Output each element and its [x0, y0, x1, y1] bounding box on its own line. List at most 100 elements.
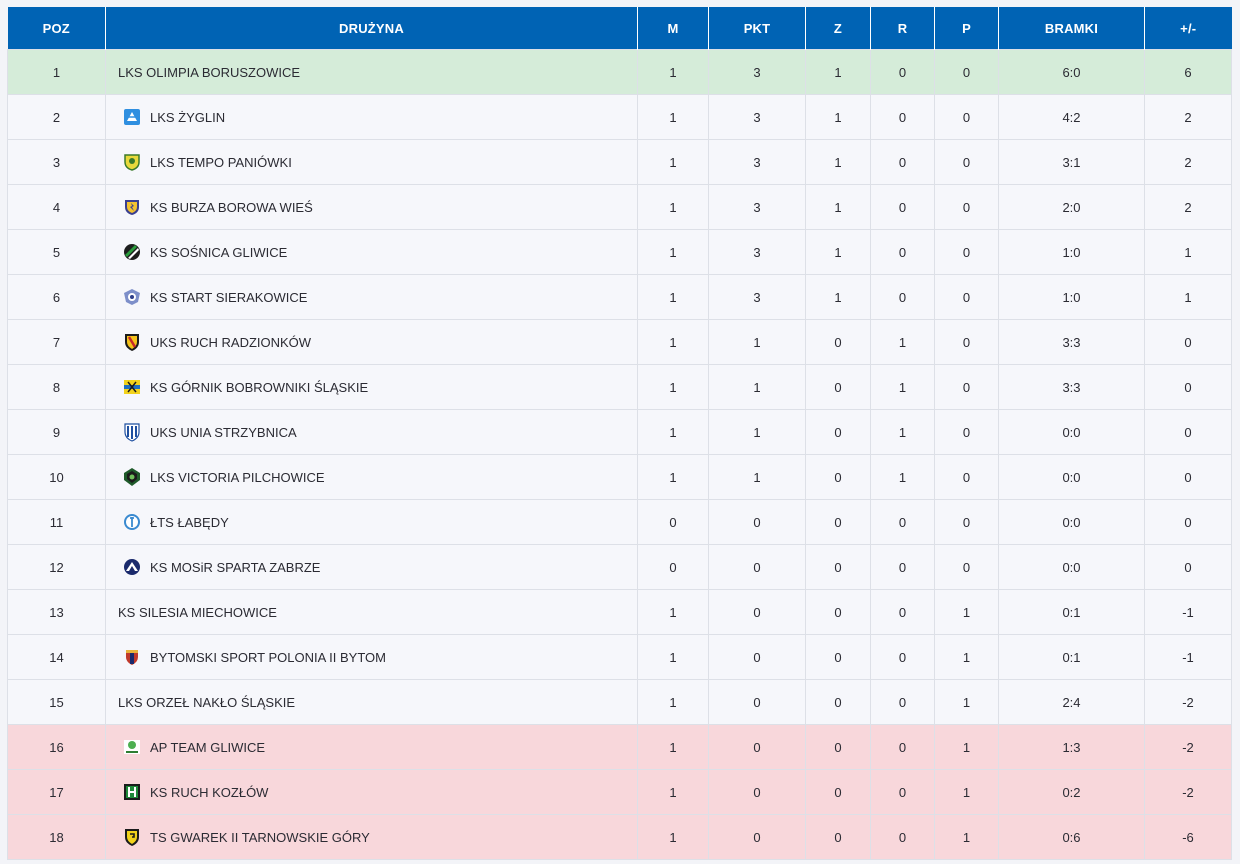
- header-goal-difference[interactable]: +/-: [1144, 7, 1232, 50]
- team-cell[interactable]: KS SILESIA MIECHOWICE: [105, 589, 638, 635]
- team-cell[interactable]: KS START SIERAKOWICE: [105, 274, 638, 320]
- wins-cell: 0: [805, 814, 871, 860]
- header-wins[interactable]: Z: [805, 7, 871, 50]
- draws-cell: 1: [870, 319, 935, 365]
- wins-cell: 1: [805, 229, 871, 275]
- team-cell[interactable]: UKS UNIA STRZYBNICA: [105, 409, 638, 455]
- team-cell[interactable]: LKS ORZEŁ NAKŁO ŚLĄSKIE: [105, 679, 638, 725]
- header-losses[interactable]: P: [934, 7, 999, 50]
- lts-crest-icon: [122, 512, 142, 532]
- losses-cell: 0: [934, 364, 999, 410]
- losses-cell: 0: [934, 319, 999, 365]
- tempo-crest-icon: [122, 152, 142, 172]
- team-cell[interactable]: KS SOŚNICA GLIWICE: [105, 229, 638, 275]
- table-row[interactable]: 2 LKS ŻYGLIN 1 3 1 0 0 4:2 2: [7, 94, 1232, 140]
- draws-cell: 0: [870, 814, 935, 860]
- matches-cell: 1: [637, 454, 709, 500]
- team-cell[interactable]: KS MOSiR SPARTA ZABRZE: [105, 544, 638, 590]
- table-row[interactable]: 1 LKS OLIMPIA BORUSZOWICE 1 3 1 0 0 6:0 6: [7, 49, 1232, 95]
- wins-cell: 1: [805, 49, 871, 95]
- team-name[interactable]: BYTOMSKI SPORT POLONIA II BYTOM: [150, 650, 386, 665]
- team-name[interactable]: KS START SIERAKOWICE: [150, 290, 307, 305]
- team-name[interactable]: LKS ORZEŁ NAKŁO ŚLĄSKIE: [118, 695, 295, 710]
- goals-cell: 3:3: [998, 319, 1145, 365]
- table-row[interactable]: 7 UKS RUCH RADZIONKÓW 1 1 0 1 0 3:3 0: [7, 319, 1232, 365]
- table-row[interactable]: 3 LKS TEMPO PANIÓWKI 1 3 1 0 0 3:1 2: [7, 139, 1232, 185]
- polonia-crest-icon: [122, 647, 142, 667]
- team-name[interactable]: UKS RUCH RADZIONKÓW: [150, 335, 311, 350]
- table-row[interactable]: 13 KS SILESIA MIECHOWICE 1 0 0 0 1 0:1 -1: [7, 589, 1232, 635]
- header-poz[interactable]: POZ: [7, 7, 106, 50]
- table-row[interactable]: 4 KS BURZA BOROWA WIEŚ 1 3 1 0 0 2:0 2: [7, 184, 1232, 230]
- points-cell: 0: [708, 769, 806, 815]
- team-name[interactable]: LKS OLIMPIA BORUSZOWICE: [118, 65, 300, 80]
- draws-cell: 0: [870, 544, 935, 590]
- position-cell: 7: [7, 319, 106, 365]
- table-row[interactable]: 9 UKS UNIA STRZYBNICA 1 1 0 1 0 0:0 0: [7, 409, 1232, 455]
- table-row[interactable]: 15 LKS ORZEŁ NAKŁO ŚLĄSKIE 1 0 0 0 1 2:4 -2: [7, 679, 1232, 725]
- wins-cell: 0: [805, 544, 871, 590]
- draws-cell: 0: [870, 94, 935, 140]
- team-name[interactable]: UKS UNIA STRZYBNICA: [150, 425, 297, 440]
- gwarek-crest-icon: [122, 827, 142, 847]
- goal-difference-cell: 0: [1144, 499, 1232, 545]
- team-name[interactable]: AP TEAM GLIWICE: [150, 740, 265, 755]
- draws-cell: 0: [870, 274, 935, 320]
- table-row[interactable]: 11 ŁTS ŁABĘDY 0 0 0 0 0 0:0 0: [7, 499, 1232, 545]
- team-name[interactable]: LKS VICTORIA PILCHOWICE: [150, 470, 325, 485]
- zyglin-crest-icon: [122, 107, 142, 127]
- goals-cell: 1:0: [998, 274, 1145, 320]
- team-cell[interactable]: BYTOMSKI SPORT POLONIA II BYTOM: [105, 634, 638, 680]
- table-row[interactable]: 5 KS SOŚNICA GLIWICE 1 3 1 0 0 1:0 1: [7, 229, 1232, 275]
- table-row[interactable]: 17 KS RUCH KOZŁÓW 1 0 0 0 1 0:2 -2: [7, 769, 1232, 815]
- team-cell[interactable]: KS RUCH KOZŁÓW: [105, 769, 638, 815]
- table-row[interactable]: 8 KS GÓRNIK BOBROWNIKI ŚLĄSKIE 1 1 0 1 0 3:3 0: [7, 364, 1232, 410]
- team-cell[interactable]: LKS VICTORIA PILCHOWICE: [105, 454, 638, 500]
- team-cell[interactable]: KS GÓRNIK BOBROWNIKI ŚLĄSKIE: [105, 364, 638, 410]
- ruch-kozlow-crest-icon: [122, 782, 142, 802]
- team-cell[interactable]: LKS OLIMPIA BORUSZOWICE: [105, 49, 638, 95]
- team-name[interactable]: ŁTS ŁABĘDY: [150, 515, 229, 530]
- points-cell: 3: [708, 139, 806, 185]
- header-team[interactable]: DRUŻYNA: [105, 7, 638, 50]
- table-row[interactable]: 12 KS MOSiR SPARTA ZABRZE 0 0 0 0 0 0:0 0: [7, 544, 1232, 590]
- team-cell[interactable]: ŁTS ŁABĘDY: [105, 499, 638, 545]
- team-name[interactable]: TS GWAREK II TARNOWSKIE GÓRY: [150, 830, 370, 845]
- team-name[interactable]: LKS ŻYGLIN: [150, 110, 225, 125]
- wins-cell: 0: [805, 409, 871, 455]
- header-points[interactable]: PKT: [708, 7, 806, 50]
- goals-cell: 0:1: [998, 634, 1145, 680]
- team-cell[interactable]: TS GWAREK II TARNOWSKIE GÓRY: [105, 814, 638, 860]
- team-name[interactable]: KS MOSiR SPARTA ZABRZE: [150, 560, 320, 575]
- team-name[interactable]: KS SILESIA MIECHOWICE: [118, 605, 277, 620]
- table-row[interactable]: 14 BYTOMSKI SPORT POLONIA II BYTOM 1 0 0 0 1 0:…: [7, 634, 1232, 680]
- table-row[interactable]: 10 LKS VICTORIA PILCHOWICE 1 1 0 1 0 0:0 0: [7, 454, 1232, 500]
- points-cell: 3: [708, 229, 806, 275]
- draws-cell: 0: [870, 139, 935, 185]
- wins-cell: 0: [805, 319, 871, 365]
- points-cell: 1: [708, 409, 806, 455]
- team-cell[interactable]: KS BURZA BOROWA WIEŚ: [105, 184, 638, 230]
- header-goals[interactable]: BRAMKI: [998, 7, 1145, 50]
- header-matches[interactable]: M: [637, 7, 709, 50]
- team-name[interactable]: KS BURZA BOROWA WIEŚ: [150, 200, 313, 215]
- points-cell: 3: [708, 94, 806, 140]
- draws-cell: 1: [870, 364, 935, 410]
- team-cell[interactable]: LKS ŻYGLIN: [105, 94, 638, 140]
- team-cell[interactable]: LKS TEMPO PANIÓWKI: [105, 139, 638, 185]
- team-name[interactable]: KS RUCH KOZŁÓW: [150, 785, 268, 800]
- goal-difference-cell: 0: [1144, 364, 1232, 410]
- team-name[interactable]: KS SOŚNICA GLIWICE: [150, 245, 287, 260]
- header-draws[interactable]: R: [870, 7, 935, 50]
- table-row[interactable]: 18 TS GWAREK II TARNOWSKIE GÓRY 1 0 0 0 1 0:6 -6: [7, 814, 1232, 860]
- team-name[interactable]: KS GÓRNIK BOBROWNIKI ŚLĄSKIE: [150, 380, 368, 395]
- team-cell[interactable]: UKS RUCH RADZIONKÓW: [105, 319, 638, 365]
- table-row[interactable]: 16 AP TEAM GLIWICE 1 0 0 0 1 1:3 -2: [7, 724, 1232, 770]
- team-cell[interactable]: AP TEAM GLIWICE: [105, 724, 638, 770]
- matches-cell: 1: [637, 814, 709, 860]
- position-cell: 6: [7, 274, 106, 320]
- points-cell: 0: [708, 589, 806, 635]
- table-row[interactable]: 6 KS START SIERAKOWICE 1 3 1 0 0 1:0 1: [7, 274, 1232, 320]
- team-name[interactable]: LKS TEMPO PANIÓWKI: [150, 155, 292, 170]
- position-cell: 3: [7, 139, 106, 185]
